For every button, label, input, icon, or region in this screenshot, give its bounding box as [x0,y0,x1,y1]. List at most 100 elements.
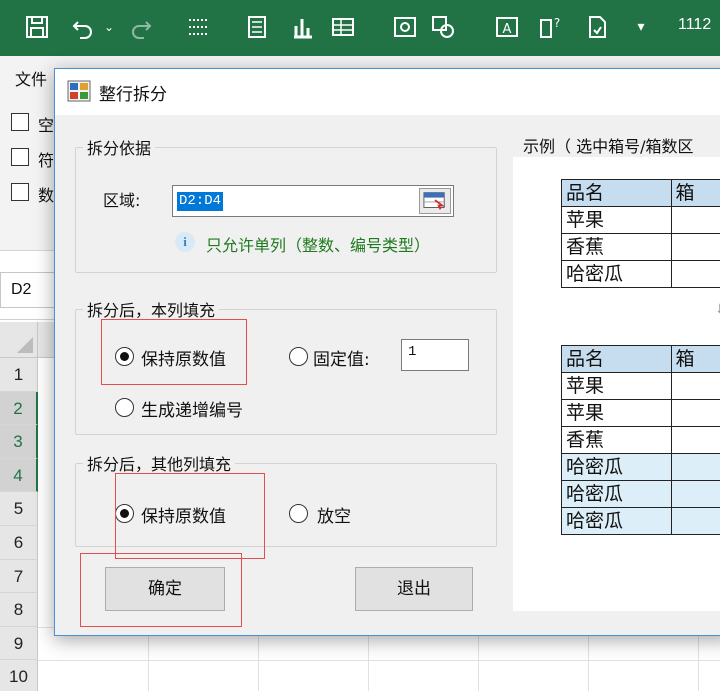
row-header-4[interactable]: 4 [0,458,38,493]
bar-chart-icon[interactable] [290,14,316,40]
row-header-8[interactable]: 8 [0,593,38,627]
split-basis-group-title: 拆分依据 [83,135,156,159]
table-row: 品名 箱 [561,179,720,207]
example-after-table: 品名 箱 苹果 苹果 香蕉 哈密瓜 哈密瓜 哈密瓜 [561,345,720,535]
region-hint: 只允许单列（整数、编号类型） [206,236,431,255]
annotation-box-other-cols [115,473,265,559]
table-row: 苹果 [561,206,720,234]
ribbon-checkbox-2-label: 符 [38,151,55,170]
app-icon [67,80,91,102]
table-cell [670,480,720,508]
ribbon-checkbox-1[interactable] [11,113,29,131]
table-cell [670,206,720,234]
table-row: 哈密瓜 [561,507,720,535]
table-cell: 香蕉 [561,426,672,454]
this-col-increment-radio[interactable] [115,398,134,417]
svg-text:A: A [503,22,512,37]
table-row: 苹果 [561,399,720,427]
this-col-fixed-value-label[interactable]: 固定值: [313,345,370,370]
ribbon-checkbox-3[interactable] [11,183,29,201]
table-cell: 哈密瓜 [561,453,672,481]
row-header-1[interactable]: 1 [0,358,38,392]
row-header-9[interactable]: 9 [0,626,38,661]
table-row: 哈密瓜 [561,453,720,481]
table-row: 香蕉 [561,233,720,261]
dialog-title: 整行拆分 [99,85,167,105]
ribbon-checkbox-2[interactable] [11,148,29,166]
annotation-box-ok [80,553,242,627]
row-header-3[interactable]: 3 [0,425,38,459]
text-box-icon[interactable]: A [494,14,520,40]
document-icon[interactable] [584,14,610,40]
example-before-table: 品名 箱 苹果 香蕉 哈密瓜 [561,179,720,288]
table-cell: 苹果 [561,372,672,400]
table-cell: 品名 [561,345,672,373]
table-row: 品名 箱 [561,345,720,373]
borders-icon[interactable] [186,14,212,40]
redo-icon[interactable] [128,14,154,40]
this-col-fixed-value-radio[interactable] [289,347,308,366]
shapes-icon[interactable] [430,14,456,40]
table-cell [670,453,720,481]
save-icon[interactable] [24,14,50,40]
name-box[interactable]: D2 [0,272,56,308]
table-cell: 哈密瓜 [561,507,672,535]
row-header-6[interactable]: 6 [0,526,38,560]
example-pane: 品名 箱 苹果 香蕉 哈密瓜 ⬇ 品名 箱 苹果 [513,157,720,611]
table-cell [670,399,720,427]
region-label: 区域: [103,191,141,210]
picture-icon[interactable] [392,14,418,40]
exit-button[interactable]: 退出 [355,567,473,611]
info-icon: i [175,232,195,252]
workbook-title: 1112 [678,16,712,33]
table-row: 苹果 [561,372,720,400]
undo-icon[interactable] [70,14,96,40]
row-header-5[interactable]: 5 [0,492,38,526]
undo-dropdown-icon[interactable]: ⌄ [96,14,122,40]
range-picker-icon [423,192,446,210]
table-cell: 箱 [670,345,720,373]
table-cell [670,426,720,454]
table-row: 哈密瓜 [561,260,720,288]
example-arrow-icon: ⬇ [715,302,720,318]
annotation-box-this-col [101,319,247,385]
split-rows-dialog: 整行拆分 拆分依据 区域: D2:D4 i 只允许单列（整数、编号类型） 拆分后… [54,68,720,636]
table-cell: 哈密瓜 [561,480,672,508]
row-header-2[interactable]: 2 [0,391,38,426]
table-cell [670,233,720,261]
quick-access-toolbar: ⌄ A ? ▾ 1112 [0,0,720,56]
fixed-value-input[interactable]: 1 [401,339,469,371]
customize-toolbar-icon[interactable]: ▾ [628,14,654,40]
table-cell [670,260,720,288]
example-title: 示例（ 选中箱号/箱数区 [523,137,694,156]
gridline [38,660,720,661]
table-icon[interactable] [330,14,356,40]
help-icon[interactable]: ? [538,14,564,40]
region-value: D2:D4 [177,192,224,211]
table-cell [670,507,720,535]
ribbon-checkbox-3-label: 数 [38,186,55,205]
table-cell: 哈密瓜 [561,260,672,288]
row-header-7[interactable]: 7 [0,559,38,594]
this-col-increment-label[interactable]: 生成递增编号 [141,396,243,421]
other-cols-leave-empty-label[interactable]: 放空 [317,502,351,527]
table-row: 哈密瓜 [561,480,720,508]
ribbon-checkbox-1-label: 空 [38,116,55,135]
select-all-corner[interactable] [0,322,38,358]
svg-text:?: ? [554,16,560,30]
form-icon[interactable] [244,14,270,40]
table-cell: 香蕉 [561,233,672,261]
table-cell [670,372,720,400]
range-picker-button[interactable] [419,188,451,214]
menu-file[interactable]: 文件 [15,66,47,90]
row-header-10[interactable]: 10 [0,660,38,691]
this-column-fill-group-title: 拆分后，本列填充 [83,297,220,321]
other-cols-leave-empty-radio[interactable] [289,504,308,523]
region-input[interactable]: D2:D4 [172,185,454,217]
other-columns-fill-group-title: 拆分后，其他列填充 [83,451,236,475]
table-cell: 苹果 [561,206,672,234]
table-cell: 品名 [561,179,672,207]
table-cell: 箱 [670,179,720,207]
dialog-title-bar[interactable]: 整行拆分 [55,69,720,115]
table-cell: 苹果 [561,399,672,427]
